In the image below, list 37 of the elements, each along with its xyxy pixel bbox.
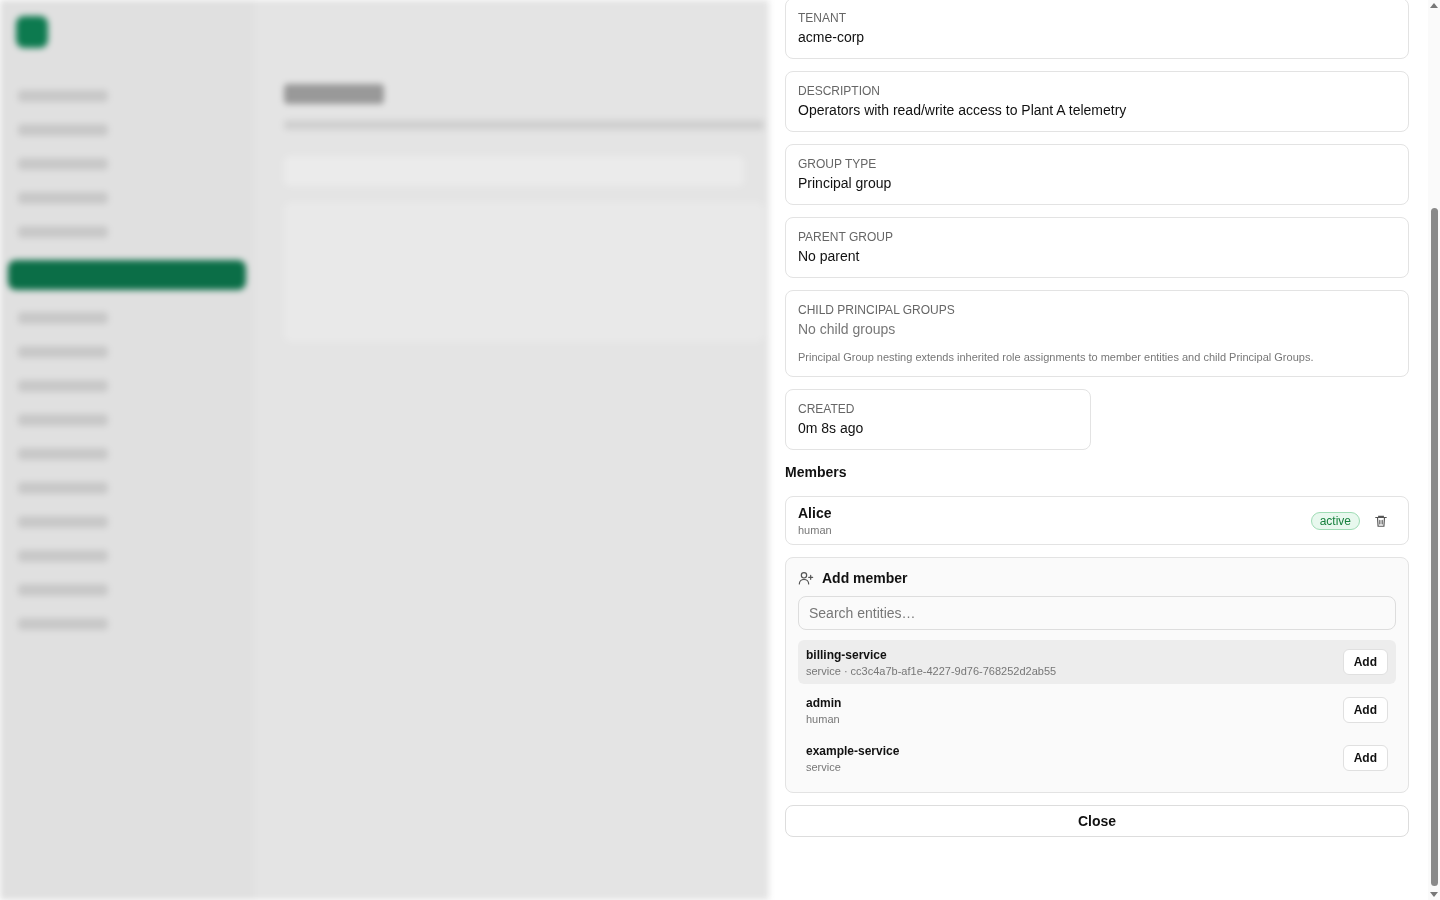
entity-name: example-service — [806, 743, 901, 758]
search-field[interactable]: Search entities… — [798, 596, 1396, 630]
field-label: TENANT — [798, 11, 847, 25]
member-name: Alice — [798, 505, 833, 521]
field-label: CHILD PRINCIPAL GROUPS — [798, 303, 956, 317]
close-button[interactable]: Close — [785, 805, 1409, 837]
entity-name: admin — [806, 695, 843, 710]
delete-icon[interactable] — [1374, 513, 1388, 528]
entity-meta: service · cc3c4a7b-af1e-4227-9d76-768252d2ab55 — [806, 664, 1058, 677]
field-label: DESCRIPTION — [798, 84, 881, 98]
field-note: Principal Group nesting extends inherited role assignments to member entities and child Principal Groups. — [798, 351, 1315, 363]
field-label: GROUP TYPE — [798, 157, 878, 171]
add-button[interactable]: Add — [1342, 697, 1388, 723]
field-label: PARENT GROUP — [798, 230, 894, 244]
scrollbar[interactable] — [1428, 0, 1440, 900]
field-label: CREATED — [798, 402, 856, 416]
section-title: Members — [785, 464, 848, 480]
add-button[interactable]: Add — [1342, 649, 1388, 675]
user-plus-icon — [798, 570, 814, 586]
entity-row[interactable]: example-service service Add — [798, 736, 1396, 780]
status-badge: active — [1310, 511, 1360, 530]
panel-title: Add member — [822, 570, 908, 586]
field-value: 0m 8s ago — [798, 420, 865, 436]
field-value: No child groups — [798, 321, 897, 337]
scroll-down-arrow-icon[interactable] — [1430, 892, 1438, 897]
field-value: Principal group — [798, 175, 893, 191]
field-value: acme-corp — [798, 29, 866, 45]
entity-meta: human — [806, 712, 841, 725]
add-button[interactable]: Add — [1342, 745, 1388, 771]
entity-row[interactable]: admin human Add — [798, 688, 1396, 732]
entity-meta: service — [806, 760, 842, 773]
field-value: Operators with read/write access to Plant A telemetry — [798, 102, 1128, 118]
scroll-up-arrow-icon[interactable] — [1430, 3, 1438, 8]
entity-name: billing-service — [806, 647, 888, 662]
field-value: No parent — [798, 248, 861, 264]
entity-row[interactable]: billing-service service · cc3c4a7b-af1e-4227-9d76-768252d2ab55 Add — [798, 640, 1396, 684]
member-type: human — [798, 524, 833, 536]
